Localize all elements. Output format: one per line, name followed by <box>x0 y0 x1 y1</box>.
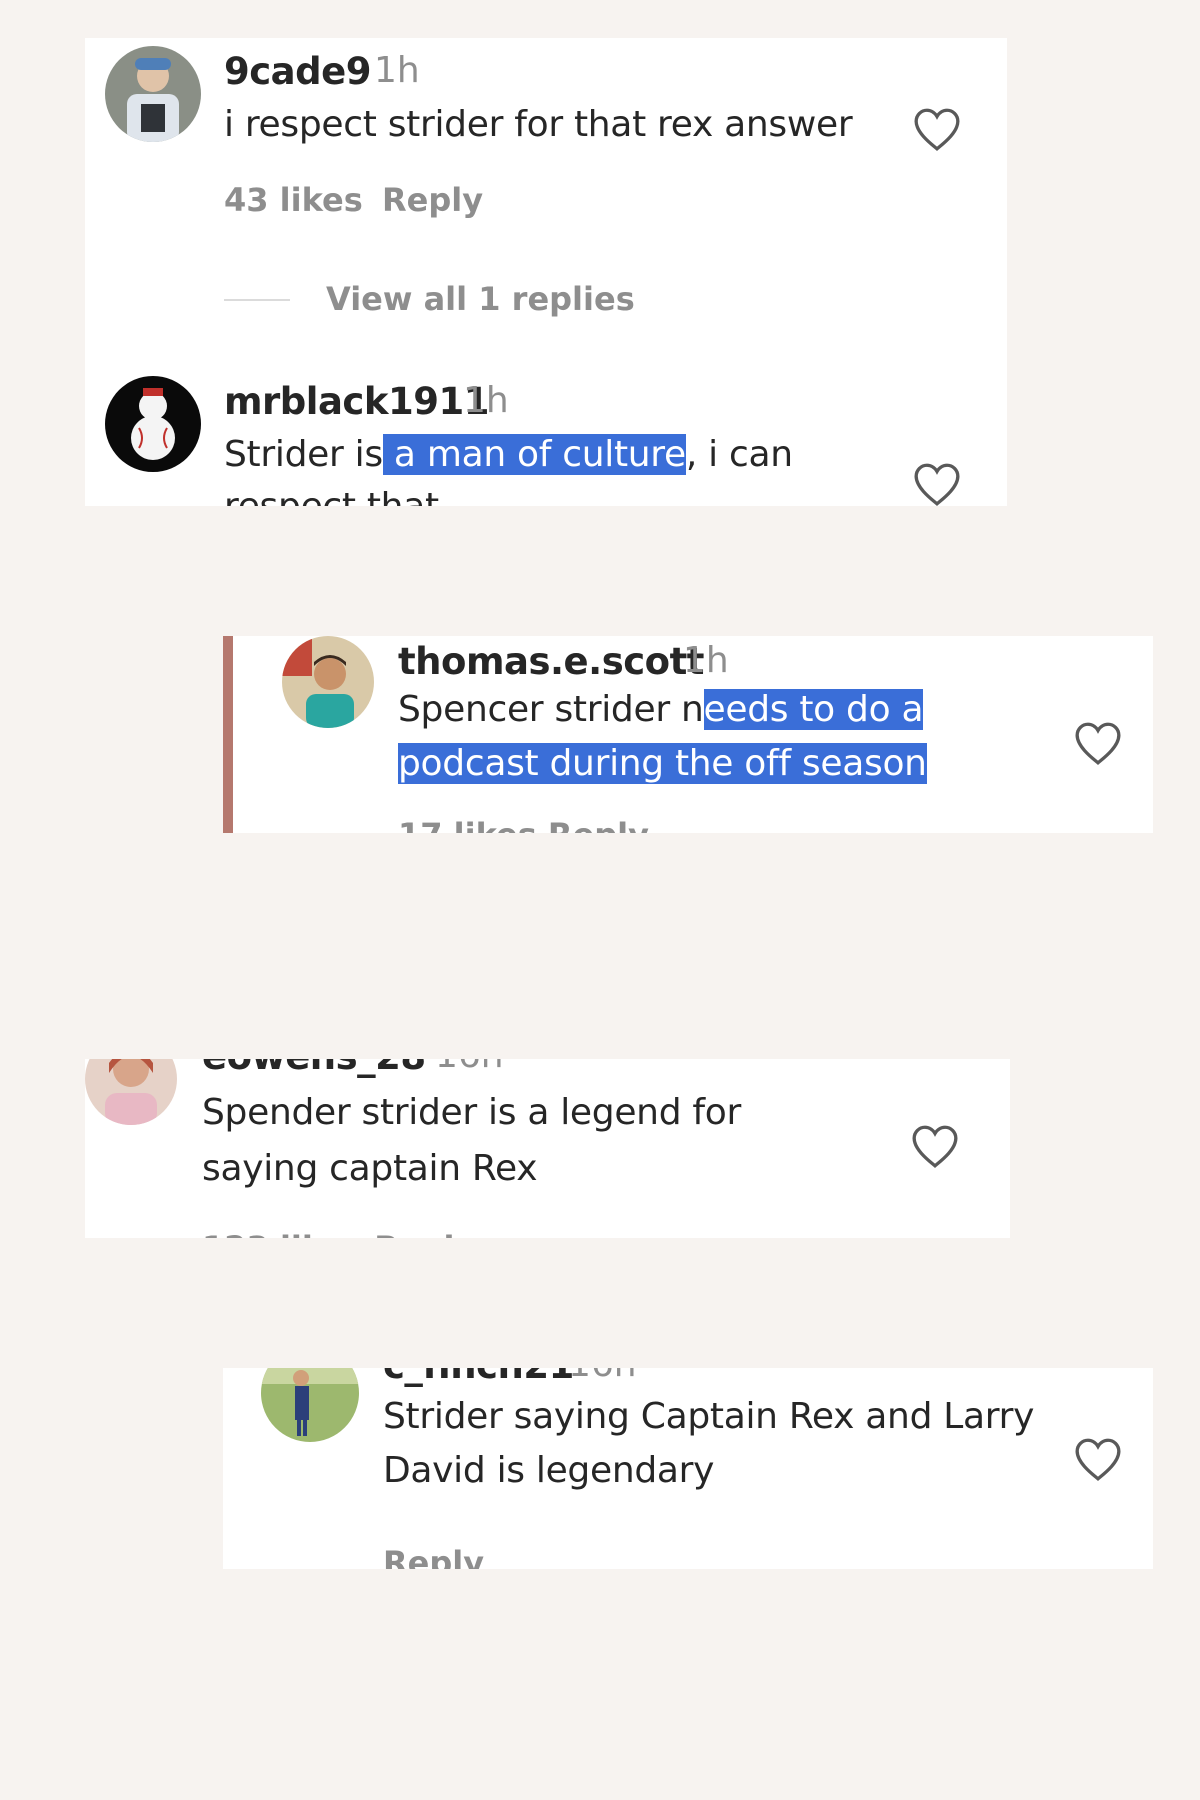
username[interactable]: c_finch21 <box>383 1368 574 1387</box>
heart-icon[interactable] <box>1073 1436 1123 1482</box>
comment-text: Spencer strider needs to do a <box>398 689 924 730</box>
likes-and-reply[interactable]: 123 likes Reply <box>202 1229 475 1238</box>
heart-icon[interactable] <box>912 461 962 506</box>
selected-text: eeds to do a <box>703 689 924 730</box>
avatar-c-finch21[interactable] <box>261 1368 359 1442</box>
username[interactable]: 9cade9 <box>224 50 371 93</box>
heart-icon[interactable] <box>912 106 962 152</box>
timestamp: 16h <box>435 1059 504 1076</box>
comment-text: i respect strider for that rex answer <box>224 104 853 145</box>
avatar-mrblack1911[interactable] <box>105 376 201 472</box>
username[interactable]: mrblack1911 <box>224 380 489 423</box>
comment-text-line2: podcast during the off season <box>398 737 927 791</box>
reply-button[interactable]: Reply <box>383 1544 484 1569</box>
view-replies-link[interactable]: View all 1 replies <box>326 280 635 318</box>
heart-icon[interactable] <box>1073 720 1123 766</box>
timestamp: 16h <box>568 1368 637 1385</box>
username[interactable]: eowens_28 <box>202 1059 426 1078</box>
comment-text: Strider saying Captain Rex and Larry <box>383 1396 1035 1437</box>
reply-card-c-finch21: c_finch21 16h Strider saying Captain Rex… <box>223 1368 1153 1569</box>
selected-text: podcast during the off season <box>398 743 927 784</box>
comment-text-line2: David is legendary <box>383 1450 715 1491</box>
selected-text: a man of culture <box>382 434 686 475</box>
heart-icon[interactable] <box>910 1123 960 1169</box>
reply-card-thomas: thomas.e.scott 1h Spencer strider needs … <box>223 636 1153 833</box>
timestamp: 1h <box>374 50 420 91</box>
comment-card-eowens: eowens_28 16h Spender strider is a legen… <box>85 1059 1010 1238</box>
avatar-thomas-e-scott[interactable] <box>282 636 374 728</box>
avatar-9cade9[interactable] <box>105 46 201 142</box>
comment-text-line2: respect that <box>224 480 439 506</box>
comment-text: Strider is a man of culture, i can <box>224 434 793 475</box>
timestamp: 1h <box>463 380 509 421</box>
replies-divider <box>224 299 290 301</box>
avatar-eowens-28[interactable] <box>85 1059 177 1125</box>
comment-card-1: 9cade9 1h i respect strider for that rex… <box>85 38 1007 506</box>
likes-count[interactable]: 43 likes <box>224 181 363 219</box>
comment-text-line2: saying captain Rex <box>202 1148 538 1189</box>
timestamp: 1h <box>683 640 729 681</box>
thread-line <box>223 636 233 833</box>
reply-button[interactable]: Reply <box>382 181 483 219</box>
likes-and-reply[interactable]: 17 likes Reply <box>398 816 649 833</box>
username[interactable]: thomas.e.scott <box>398 640 704 683</box>
comment-text: Spender strider is a legend for <box>202 1092 741 1133</box>
